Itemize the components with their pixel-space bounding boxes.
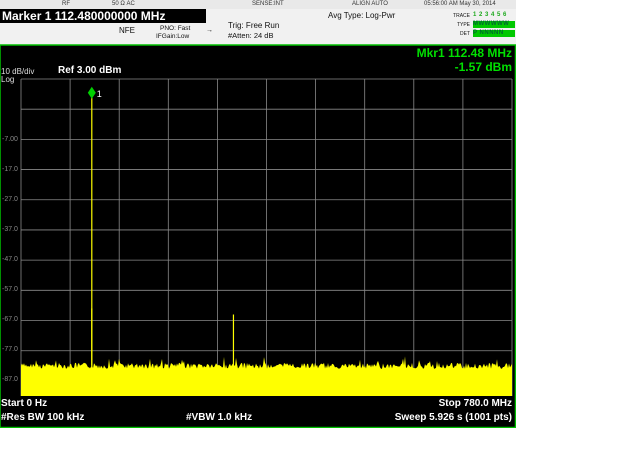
y-tick-label: -7.00	[2, 136, 18, 143]
sweep-time[interactable]: Sweep 5.926 s (1001 pts)	[395, 412, 512, 423]
start-frequency[interactable]: Start 0 Hz	[1, 398, 47, 409]
marker-frequency-readout: Mkr1 112.48 MHz	[416, 46, 512, 60]
reference-level-label[interactable]: Ref 3.00 dBm	[58, 65, 121, 76]
video-bandwidth[interactable]: #VBW 1.0 kHz	[186, 412, 252, 423]
graticule	[20, 78, 513, 396]
resolution-bandwidth[interactable]: #Res BW 100 kHz	[1, 412, 84, 423]
y-tick-label: -87.0	[2, 376, 18, 383]
analyzer-screen: RF 50 Ω AC SENSE:INT ALIGN AUTO 05:56:00…	[0, 0, 516, 428]
y-tick-label: -57.0	[2, 286, 18, 293]
marker-diamond-icon[interactable]	[87, 86, 96, 99]
y-tick-label: -27.0	[2, 196, 18, 203]
y-tick-label: -47.0	[2, 256, 18, 263]
marker-amplitude-readout: -1.57 dBm	[454, 60, 512, 74]
y-tick-label: -77.0	[2, 346, 18, 353]
marker-number-label: 1	[97, 89, 102, 99]
y-tick-label: -37.0	[2, 226, 18, 233]
marker-1[interactable]: 1	[87, 86, 102, 99]
y-tick-label: -67.0	[2, 316, 18, 323]
scale-type-label: Log	[1, 75, 15, 84]
stop-frequency[interactable]: Stop 780.0 MHz	[439, 398, 512, 409]
y-tick-label: -17.0	[2, 166, 18, 173]
